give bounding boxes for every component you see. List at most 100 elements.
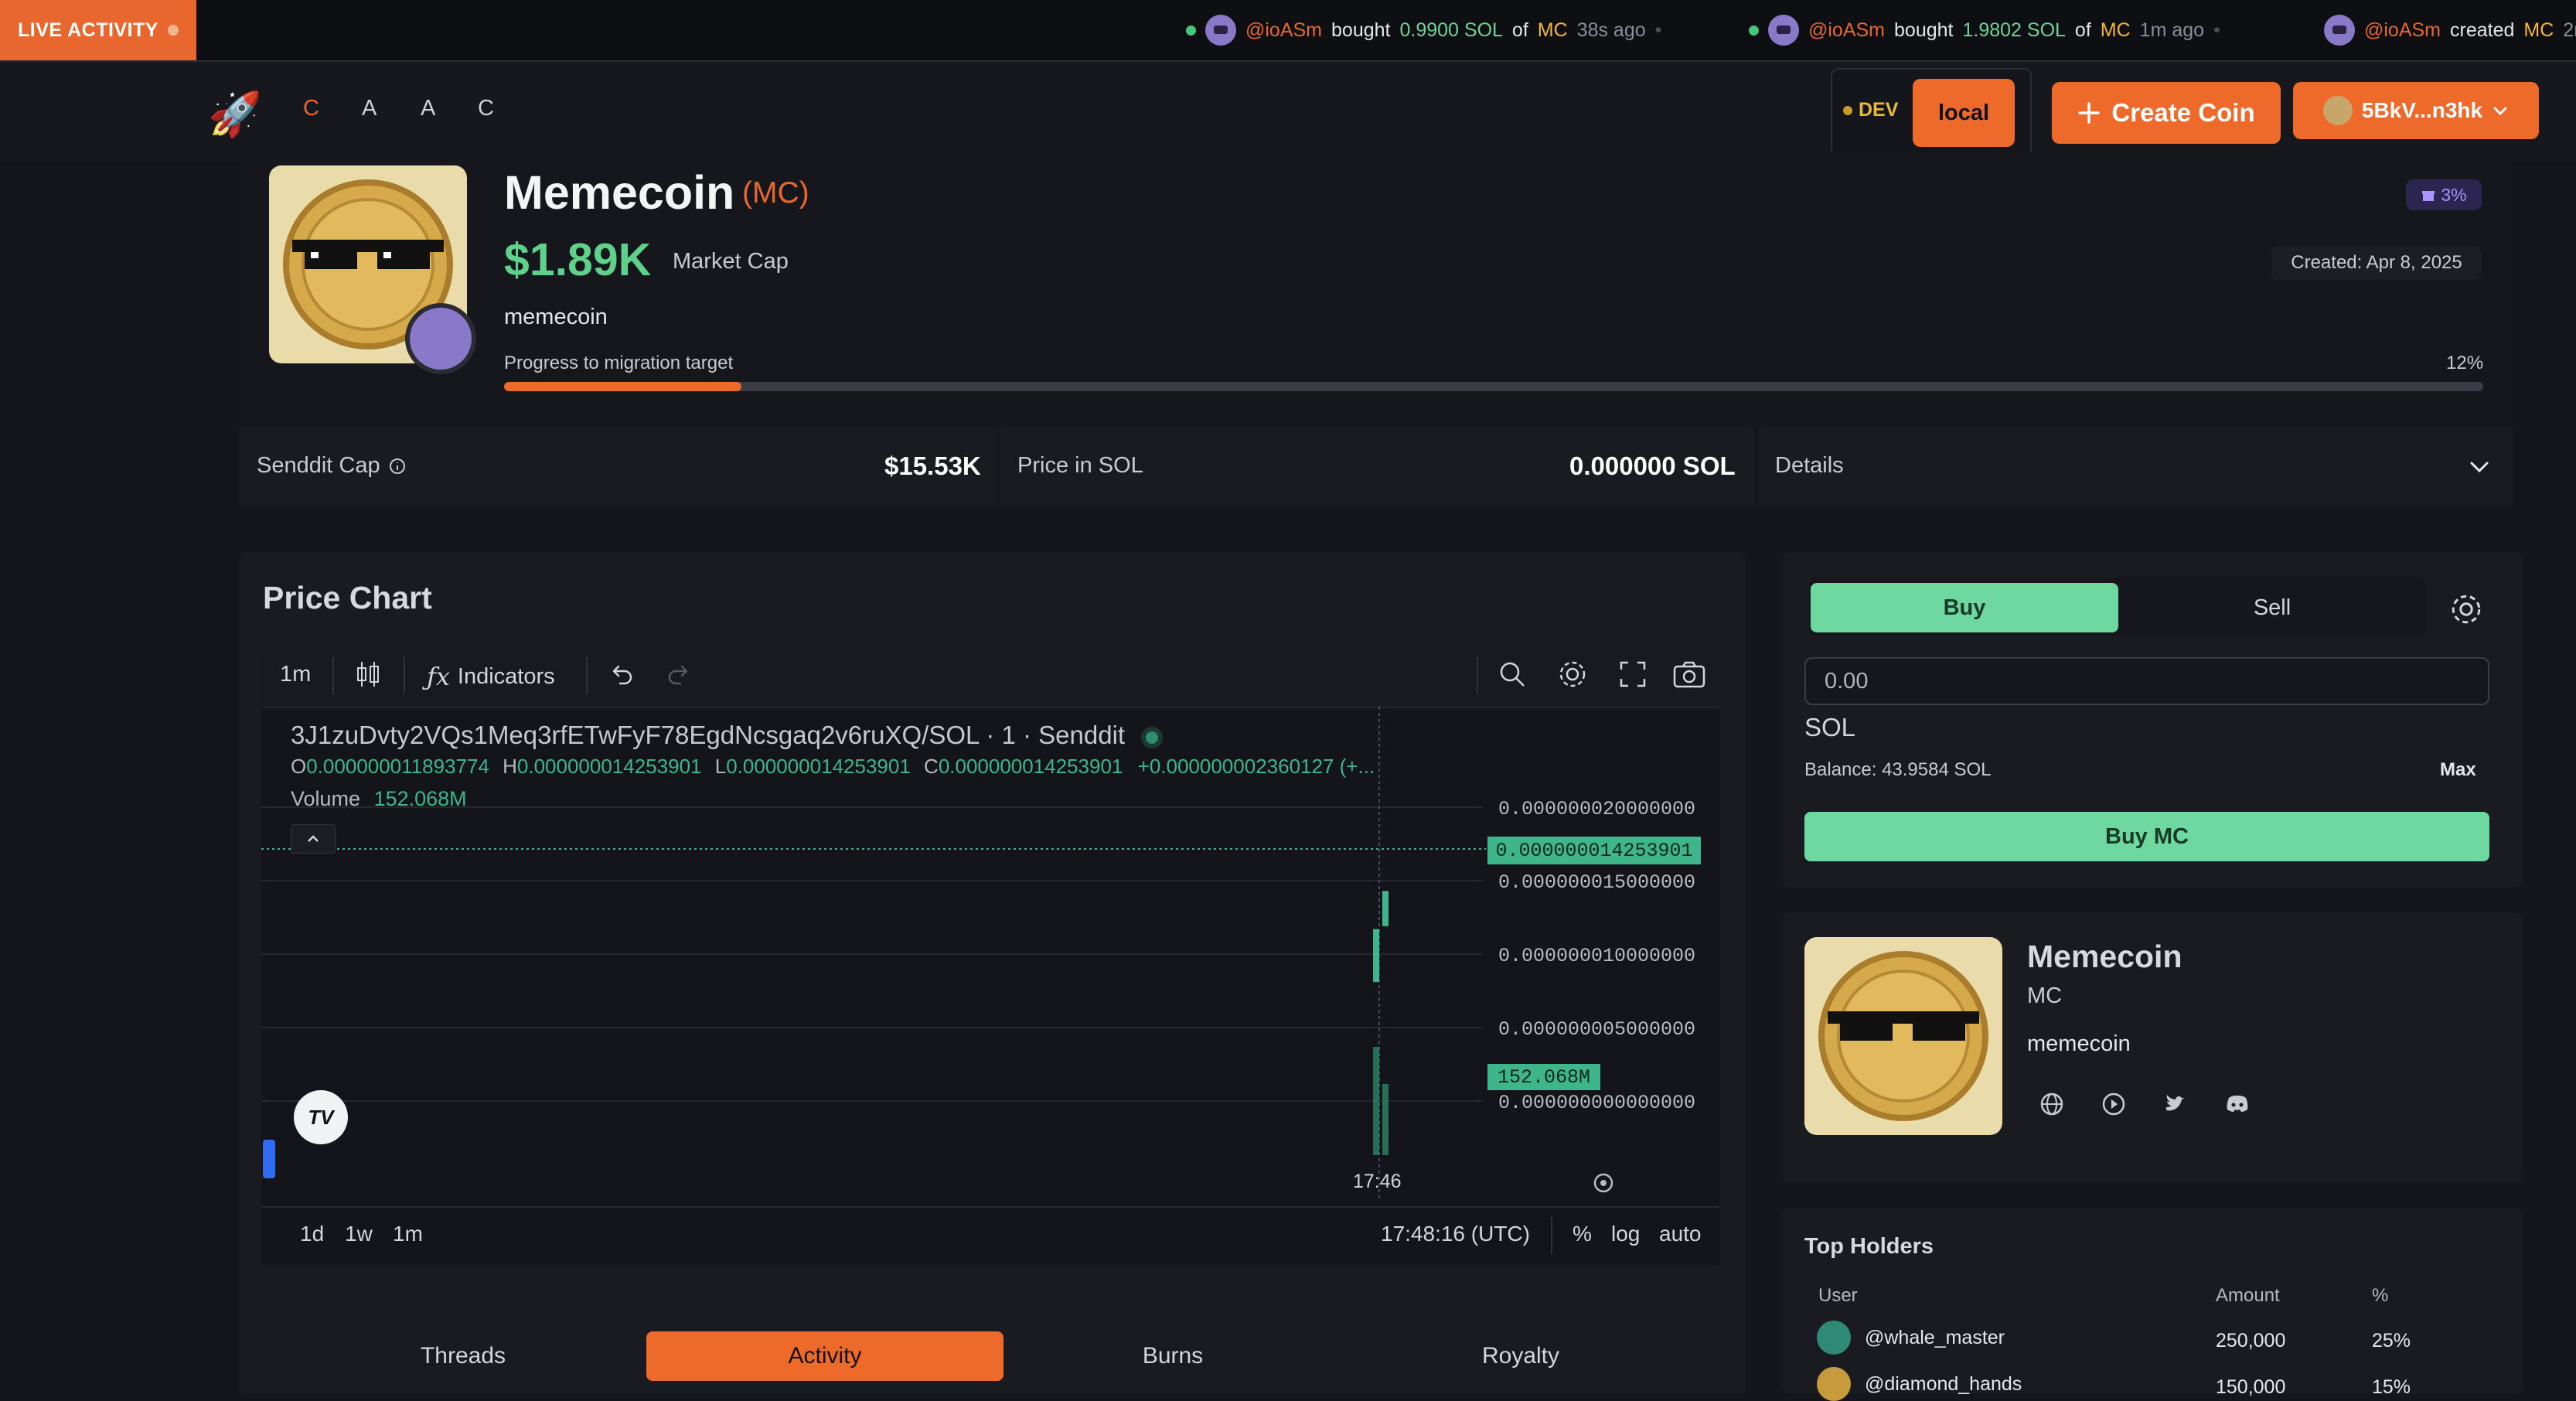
amount-input[interactable] [1804, 657, 2489, 705]
ticker-symbol[interactable]: MC [2523, 19, 2554, 42]
chevron-down-icon[interactable] [2468, 455, 2491, 478]
utc-clock[interactable]: 17:48:16 (UTC) [1381, 1222, 1530, 1246]
gear-icon[interactable] [2448, 591, 2485, 628]
gear-icon[interactable] [1557, 659, 1588, 690]
holder-user: @diamond_hands [1865, 1372, 2022, 1395]
progress-percent: 12% [2446, 353, 2484, 373]
discord-icon[interactable] [2222, 1089, 2253, 1120]
tradingview-logo[interactable]: TV [294, 1090, 348, 1144]
chart-title: Price Chart [263, 580, 432, 615]
chart-grid [261, 806, 1483, 1102]
create-coin-button[interactable]: Create Coin [2052, 82, 2281, 144]
globe-icon[interactable] [2036, 1089, 2067, 1120]
creator-avatar[interactable] [405, 303, 476, 374]
tab-burns[interactable]: Burns [994, 1331, 1351, 1381]
ticker-item[interactable]: @ioASm bought 0.9900 SOL of MC 38s ago • [1186, 12, 1661, 48]
percent-scale-toggle[interactable]: % [1573, 1222, 1592, 1246]
tab-activity[interactable]: Activity [646, 1331, 1003, 1381]
candle-type-icon[interactable] [354, 659, 382, 690]
token-symbol: (MC) [742, 176, 809, 210]
candles [1373, 891, 1389, 983]
table-row[interactable]: @whale_master [1817, 1321, 2005, 1355]
details-label[interactable]: Details [1775, 453, 1844, 479]
chevron-down-icon [2493, 107, 2507, 116]
create-coin-label: Create Coin [2111, 98, 2255, 127]
indicators-label: Indicators [457, 663, 555, 689]
camera-icon[interactable] [1671, 659, 1707, 690]
ticker-amount: 0.9900 SOL [1399, 19, 1503, 41]
volume-bar [1382, 1083, 1389, 1155]
avatar [1205, 15, 1236, 46]
wallet-button[interactable]: 5BkV...n3hk [2293, 82, 2539, 139]
buy-tab[interactable]: Buy [1811, 583, 2118, 632]
undo-icon[interactable] [608, 662, 634, 688]
fullscreen-icon[interactable] [1617, 659, 1648, 690]
pair-title: 3J1zuDvty2VQs1Meq3rfETwFyF78EgdNcsgaq2v6… [291, 721, 1159, 750]
y-tick-label: 0.000000005000000 [1498, 1018, 1695, 1041]
market-cap-label: Market Cap [673, 249, 789, 274]
interval-selector[interactable]: 1m [280, 662, 311, 687]
ohlc-high: 0.000000014253901 [516, 755, 702, 778]
nav-item[interactable]: C [303, 96, 319, 121]
sell-tab[interactable]: Sell [2118, 583, 2426, 632]
ticker-item[interactable]: @ioASm bought 1.9802 SOL of MC 1m ago • [1749, 12, 2220, 48]
wallet-address: 5BkV...n3hk [2361, 98, 2483, 122]
env-dev-option[interactable]: DEV [1843, 99, 1898, 121]
table-row[interactable]: @diamond_hands [1817, 1367, 2022, 1401]
candle[interactable] [1373, 929, 1379, 983]
function-icon: ƒx [427, 662, 450, 691]
holder-amount: 150,000 [2216, 1376, 2286, 1398]
log-scale-toggle[interactable]: log [1611, 1222, 1640, 1246]
toolbar-divider [1477, 657, 1478, 694]
candle[interactable] [1382, 891, 1389, 926]
coin-image-icon [1804, 937, 2002, 1135]
bird-icon[interactable] [2160, 1089, 2191, 1120]
zoom-icon[interactable] [1497, 659, 1528, 690]
info-token-symbol: MC [2027, 983, 2063, 1008]
royalty-value: 3% [2441, 184, 2467, 205]
volume-label: Volume [291, 787, 361, 810]
info-token-name: Memecoin [2027, 939, 2182, 974]
indicators-button[interactable]: ƒx Indicators [427, 662, 555, 691]
toolbar-divider [586, 657, 588, 694]
stat-details[interactable] [1758, 427, 2513, 504]
ticker-user[interactable]: @ioASm [1808, 19, 1885, 42]
info-icon[interactable] [388, 457, 407, 476]
scroll-to-realtime-icon[interactable] [1591, 1171, 1616, 1195]
rocket-logo-icon[interactable]: 🚀 [207, 87, 263, 142]
ticker-item[interactable]: @ioASm created MC 2r [2324, 12, 2576, 48]
collapse-legend-button[interactable] [291, 824, 336, 854]
senddit-cap-label: Senddit Cap [257, 453, 380, 478]
last-price-tag: 0.000000014253901 [1487, 837, 1701, 864]
time-axis-label: 17:46 [1353, 1171, 1402, 1192]
ticker-symbol[interactable]: MC [2101, 19, 2131, 42]
tab-threads[interactable]: Threads [285, 1331, 642, 1381]
side-panel-handle[interactable] [263, 1140, 275, 1178]
nav-item[interactable]: A [362, 96, 377, 121]
ticker-user[interactable]: @ioASm [2364, 19, 2441, 42]
ticker-user[interactable]: @ioASm [1245, 19, 1322, 42]
range-1m[interactable]: 1m [393, 1222, 423, 1246]
toolbar-divider [404, 657, 405, 694]
volume-value: 152.068M [373, 787, 467, 810]
separator-dot-icon: • [2213, 19, 2220, 41]
range-1d[interactable]: 1d [300, 1222, 324, 1246]
holder-pct: 15% [2372, 1376, 2411, 1398]
buy-submit-button[interactable]: Buy MC [1804, 812, 2489, 861]
play-icon[interactable] [2098, 1089, 2129, 1120]
y-tick-label: 0.000000010000000 [1498, 945, 1695, 967]
env-local-button[interactable]: local [1913, 79, 2015, 147]
redo-icon[interactable] [666, 662, 693, 688]
candlestick-chart[interactable]: 0.000000020000000 0.000000015000000 0.0000… [261, 707, 1719, 1202]
holder-pct: 25% [2372, 1330, 2411, 1352]
tab-royalty[interactable]: Royalty [1342, 1331, 1699, 1381]
holder-user: @whale_master [1865, 1326, 2005, 1348]
nav-item[interactable]: C [478, 96, 494, 121]
range-1w[interactable]: 1w [345, 1222, 373, 1246]
market-cap-value: $1.89K [504, 234, 652, 285]
y-tick-label: 0.000000020000000 [1498, 798, 1695, 820]
ticker-symbol[interactable]: MC [1538, 19, 1568, 42]
max-button[interactable]: Max [2440, 759, 2476, 781]
nav-item[interactable]: A [421, 96, 435, 121]
auto-scale-toggle[interactable]: auto [1659, 1222, 1702, 1246]
